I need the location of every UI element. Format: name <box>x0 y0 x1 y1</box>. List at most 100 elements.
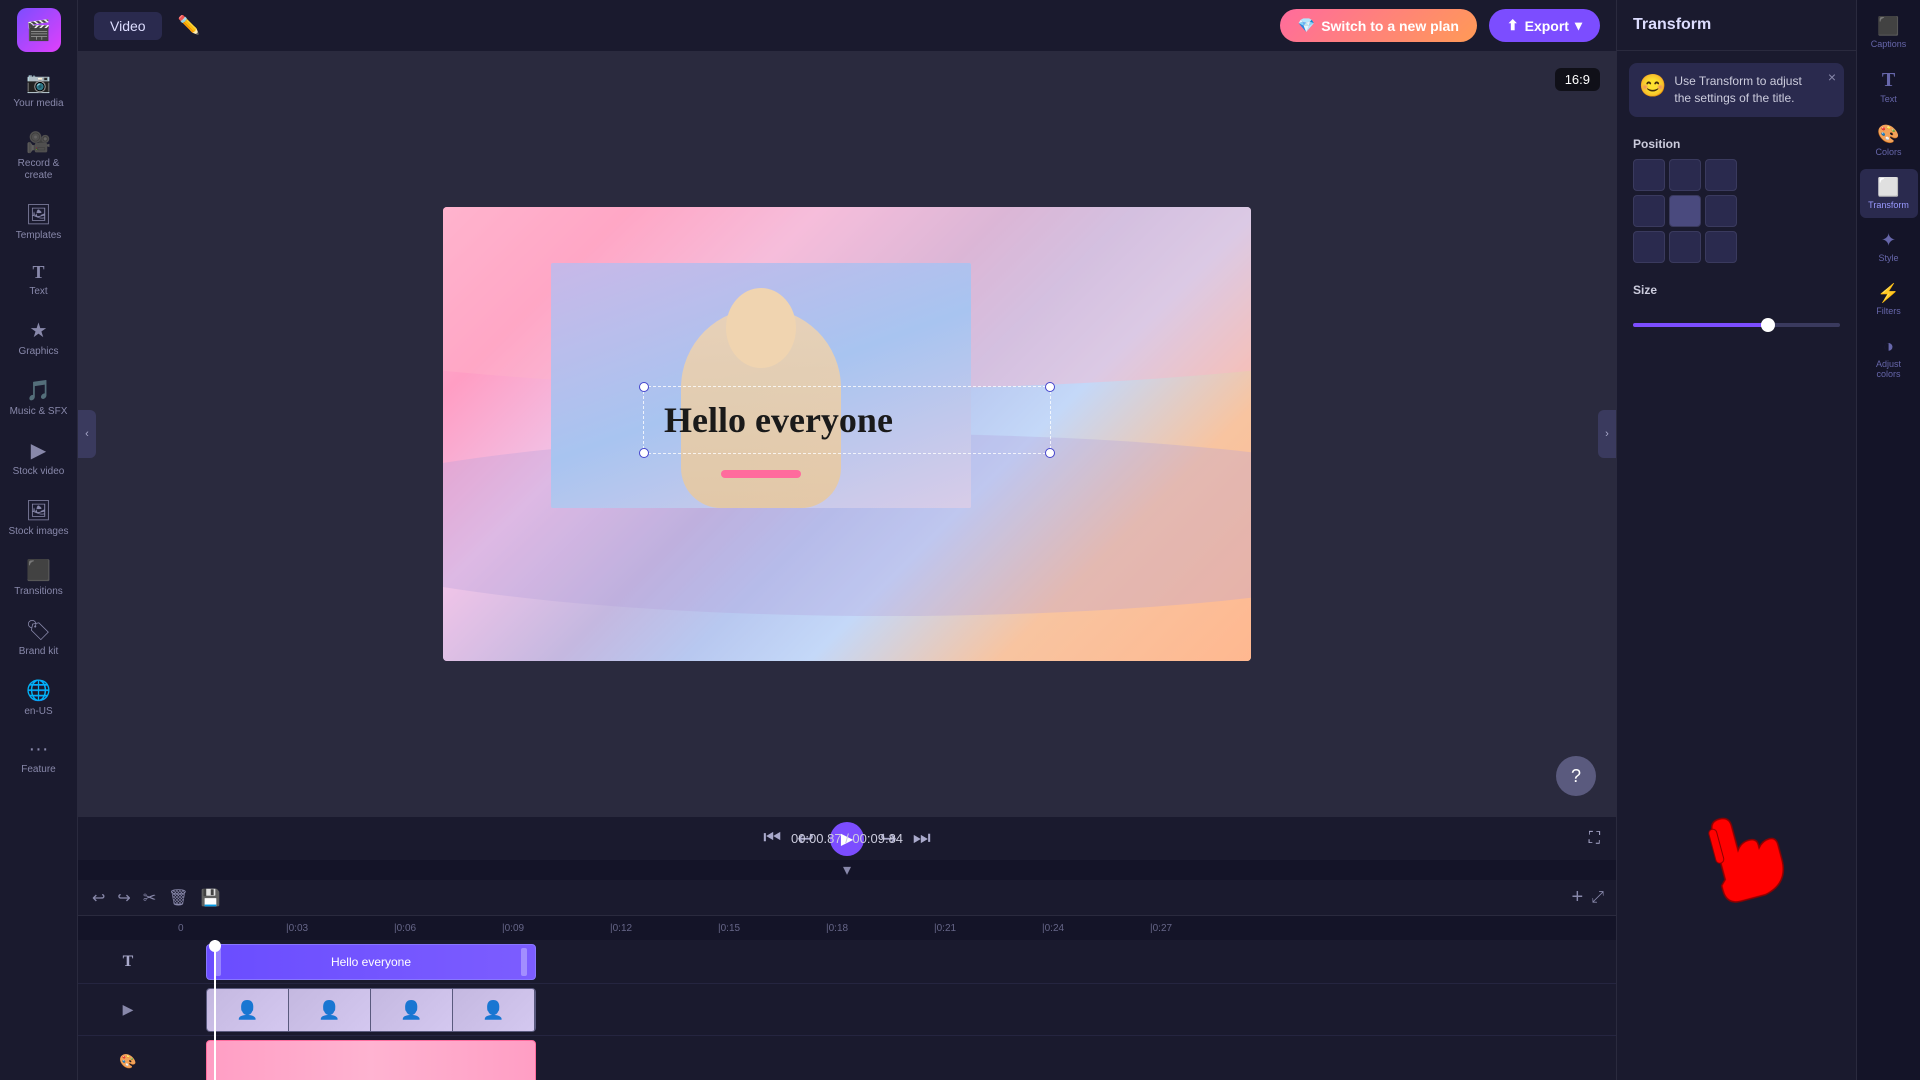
save-button[interactable]: 💾 <box>199 886 223 910</box>
timeline-collapse-button[interactable]: ▾ <box>78 860 1616 880</box>
adjust-colors-label: Adjust colors <box>1864 359 1914 379</box>
delete-button[interactable]: 🗑 <box>166 886 190 910</box>
record-icon: 🎥 <box>26 130 51 155</box>
captions-tool[interactable]: ⬛ Captions <box>1860 8 1918 57</box>
right-icon-sidebar: ⬛ Captions T Text 🎨 Colors ⬜ Transform ✦… <box>1856 0 1920 1080</box>
sidebar-item-language[interactable]: 🌐 en-US <box>4 670 74 726</box>
ruler-18: |0:18 <box>826 923 934 934</box>
sidebar-item-label: Stock video <box>13 466 65 478</box>
size-slider[interactable] <box>1633 323 1840 327</box>
video-track-content: 👤 👤 👤 👤 <box>178 988 1616 1032</box>
filters-tool[interactable]: ⚡ Filters <box>1860 275 1918 324</box>
sidebar-item-stock-images[interactable]: 🖼 Stock images <box>4 490 74 546</box>
tooltip-close-button[interactable]: × <box>1828 69 1836 85</box>
text-track-content: Hello everyone <box>178 944 1616 980</box>
bg-clip[interactable] <box>206 1040 536 1080</box>
collapse-right-button[interactable]: › <box>1598 410 1616 458</box>
style-tool[interactable]: ✦ Style <box>1860 222 1918 271</box>
skip-forward-button[interactable]: ⏭ <box>913 827 931 850</box>
resize-handle-tl[interactable] <box>639 382 649 392</box>
size-slider-thumb[interactable] <box>1761 318 1775 332</box>
cut-button[interactable]: ✂ <box>141 886 158 910</box>
position-br[interactable] <box>1705 231 1737 263</box>
ruler-21: |0:21 <box>934 923 1042 934</box>
video-clip[interactable]: 👤 👤 👤 👤 <box>206 988 536 1032</box>
main-area: Video ✏️ 💎 Switch to a new plan ⬆ Export… <box>78 0 1616 1080</box>
ruler-0: 0 <box>178 923 286 934</box>
playhead[interactable] <box>214 940 216 1080</box>
brand-icon: 🏷 <box>26 618 51 643</box>
sidebar-item-your-media[interactable]: 📷 Your media <box>4 62 74 118</box>
colors-tool[interactable]: 🎨 Colors <box>1860 116 1918 165</box>
video-thumb-2: 👤 <box>289 989 371 1032</box>
switch-plan-button[interactable]: 💎 Switch to a new plan <box>1280 9 1477 42</box>
adjust-colors-tool[interactable]: ◑ Adjust colors <box>1860 328 1918 387</box>
position-mr[interactable] <box>1705 195 1737 227</box>
style-label: Style <box>1878 253 1898 263</box>
aspect-ratio-badge: 16:9 <box>1555 68 1600 91</box>
ruler-12: |0:12 <box>610 923 718 934</box>
app-logo[interactable]: 🎬 <box>17 8 61 52</box>
canvas-frame[interactable]: Hello everyone <box>443 207 1251 661</box>
position-bl[interactable] <box>1633 231 1665 263</box>
adjust-colors-icon: ◑ <box>1883 336 1894 357</box>
media-icon: 📷 <box>26 70 51 95</box>
sidebar-item-graphics[interactable]: ★ Graphics <box>4 310 74 366</box>
style-icon: ✦ <box>1881 230 1896 251</box>
position-tl[interactable] <box>1633 159 1665 191</box>
redo-button[interactable]: ↪ <box>115 886 132 910</box>
current-time: 00:00.87 <box>791 831 842 846</box>
add-track-button[interactable]: + <box>1572 886 1584 909</box>
sidebar-item-text[interactable]: T Text <box>4 254 74 306</box>
sidebar-item-music[interactable]: 🎵 Music & SFX <box>4 370 74 426</box>
timeline-ruler: 0 |0:03 |0:06 |0:09 |0:12 |0:15 |0:18 |0… <box>78 916 1616 940</box>
sidebar-item-label: Your media <box>13 98 63 110</box>
clip-handle-right[interactable] <box>521 948 527 976</box>
timeline-tracks: T Hello everyone ▶ 👤 <box>78 940 1616 1080</box>
size-label: Size <box>1617 275 1856 301</box>
topbar: Video ✏️ 💎 Switch to a new plan ⬆ Export… <box>78 0 1616 52</box>
logo-icon: 🎬 <box>26 18 51 43</box>
text-tool[interactable]: T Text <box>1860 61 1918 112</box>
resize-handle-tr[interactable] <box>1045 382 1055 392</box>
expand-timeline-button[interactable]: ⤢ <box>1591 889 1604 907</box>
sidebar-item-brand[interactable]: 🏷 Brand kit <box>4 610 74 666</box>
help-button[interactable]: ? <box>1556 756 1596 796</box>
skip-back-button[interactable]: ⏮ <box>763 827 781 850</box>
text-element[interactable]: Hello everyone <box>643 386 1051 454</box>
sidebar-item-templates[interactable]: 🖼 Templates <box>4 194 74 250</box>
text-track-row: T Hello everyone <box>78 940 1616 984</box>
tooltip-text: Use Transform to adjust the settings of … <box>1674 73 1834 107</box>
sidebar-item-feature[interactable]: ··· Feature <box>4 730 74 784</box>
position-tr[interactable] <box>1705 159 1737 191</box>
video-tab[interactable]: Video <box>94 12 162 40</box>
stock-video-icon: ▶ <box>31 438 46 463</box>
text-clip[interactable]: Hello everyone <box>206 944 536 980</box>
text-track-icon: T <box>123 953 134 971</box>
fullscreen-button[interactable]: ⛶ <box>1589 830 1600 848</box>
sidebar-item-label: Music & SFX <box>10 406 68 418</box>
edit-icon[interactable]: ✏️ <box>174 11 204 40</box>
position-label: Position <box>1617 129 1856 155</box>
transform-panel-title: Transform <box>1617 0 1856 51</box>
sidebar-item-transitions[interactable]: ⬛ Transitions <box>4 550 74 606</box>
export-button[interactable]: ⬆ Export ▾ <box>1489 9 1600 42</box>
position-mc[interactable] <box>1669 195 1701 227</box>
resize-handle-bl[interactable] <box>639 448 649 458</box>
position-ml[interactable] <box>1633 195 1665 227</box>
sidebar-item-stock-video[interactable]: ▶ Stock video <box>4 430 74 486</box>
sidebar-item-label: Record &create <box>18 158 60 182</box>
ruler-24: |0:24 <box>1042 923 1150 934</box>
undo-button[interactable]: ↩ <box>90 886 107 910</box>
position-bc[interactable] <box>1669 231 1701 263</box>
transform-tool[interactable]: ⬜ Transform <box>1860 169 1918 218</box>
resize-handle-br[interactable] <box>1045 448 1055 458</box>
position-tc[interactable] <box>1669 159 1701 191</box>
ruler-15: |0:15 <box>718 923 826 934</box>
collapse-left-button[interactable]: ‹ <box>78 410 96 458</box>
sidebar-item-record-create[interactable]: 🎥 Record &create <box>4 122 74 190</box>
export-icon: ⬆ <box>1507 17 1519 34</box>
video-thumb-3: 👤 <box>371 989 453 1032</box>
colors-icon: 🎨 <box>1877 124 1899 145</box>
transform-label: Transform <box>1868 200 1909 210</box>
